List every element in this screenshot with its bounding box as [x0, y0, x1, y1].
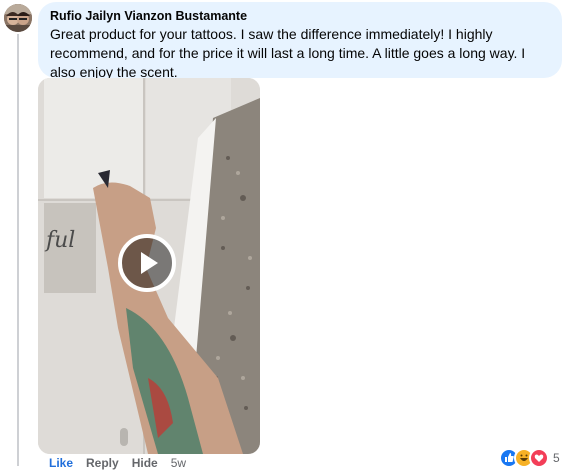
- like-button[interactable]: Like: [49, 456, 73, 470]
- avatar-photo: [4, 4, 32, 32]
- play-button[interactable]: [118, 234, 176, 292]
- avatar[interactable]: [4, 4, 32, 32]
- reaction-count: 5: [553, 451, 560, 465]
- comment-author[interactable]: Rufio Jailyn Vianzon Bustamante: [50, 8, 550, 24]
- timestamp[interactable]: 5w: [171, 456, 186, 470]
- comment-text: Great product for your tattoos. I saw th…: [50, 26, 526, 80]
- thread-line: [17, 34, 19, 466]
- reactions-summary[interactable]: 5: [499, 448, 560, 468]
- love-icon: [529, 448, 549, 468]
- comment-bubble: Rufio Jailyn Vianzon Bustamante Great pr…: [38, 2, 562, 80]
- play-icon: [141, 252, 158, 274]
- comment-actions: Like Reply Hide 5w: [49, 456, 199, 470]
- video-thumbnail[interactable]: ful: [38, 78, 260, 454]
- reply-button[interactable]: Reply: [86, 456, 119, 470]
- hide-button[interactable]: Hide: [132, 456, 158, 470]
- sign-text: ful: [46, 228, 76, 253]
